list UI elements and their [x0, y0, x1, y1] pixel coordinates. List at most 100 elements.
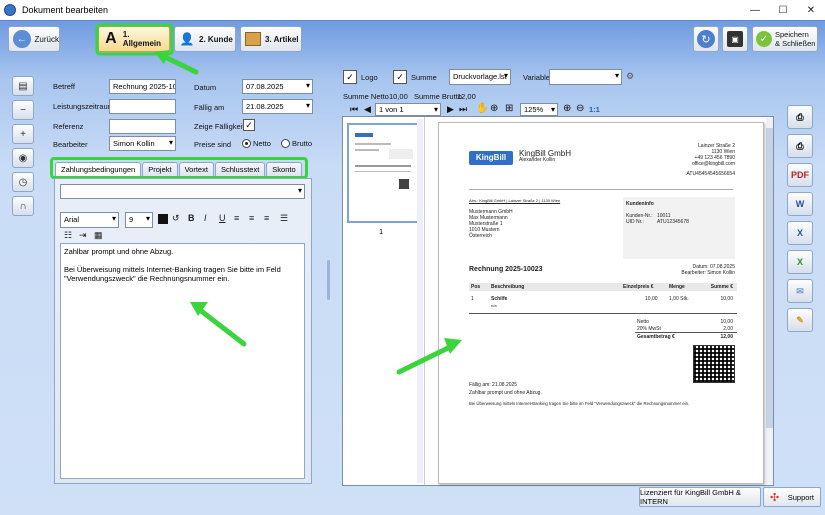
table-icon[interactable]: ▦ [94, 230, 103, 241]
italic-icon[interactable]: I [204, 213, 207, 223]
email-icon[interactable]: ✉ [787, 279, 813, 303]
font-select[interactable]: Arial [60, 212, 119, 228]
leistungszeitraum-field[interactable] [109, 99, 176, 114]
thumbnail-scrollbar[interactable] [417, 119, 423, 483]
summe-label: Summe [411, 73, 437, 82]
preview-scrollbar[interactable] [766, 118, 773, 484]
zoom-area-icon[interactable]: ⊞ [505, 103, 513, 114]
pencil-icon[interactable]: ✎ [787, 308, 813, 332]
netto-sum-value: 10,00 [720, 319, 733, 325]
brutto-label: Brutto [292, 139, 313, 148]
referenz-field[interactable] [109, 119, 176, 134]
printer-icon[interactable]: ⎙ [787, 105, 813, 129]
arrow-left-icon: ← [13, 30, 31, 48]
refresh-icon: ↻ [697, 30, 715, 48]
text-color-icon[interactable] [158, 214, 168, 224]
word-icon[interactable]: W [787, 192, 813, 216]
save-close-button[interactable]: ✓ Speichern & Schließen [752, 26, 818, 52]
last-page-icon[interactable]: ⏭ [459, 104, 467, 115]
minus-icon[interactable]: − [12, 100, 34, 120]
logo-checkbox[interactable]: ✓ [343, 70, 357, 84]
zoom-actual-size[interactable]: 1:1 [589, 105, 600, 114]
window-title: Dokument bearbeiten [22, 5, 109, 15]
editor-line-3: "Verwendungszweck" die Rechnungsnummer e… [64, 274, 230, 283]
printer-settings-icon[interactable]: ⎙ [787, 134, 813, 158]
hand-icon[interactable]: ✋ [476, 103, 488, 114]
minimize-icon[interactable]: — [741, 0, 769, 20]
export-x-icon[interactable]: X [787, 221, 813, 245]
kundeninfo-label: Kundeninfo [626, 201, 654, 207]
gear-icon[interactable]: ⚙ [626, 71, 634, 82]
recipient-5: Österreich [469, 233, 493, 239]
tab-skonto[interactable]: Skonto [266, 162, 302, 176]
headset-icon[interactable]: ∩ [12, 196, 34, 216]
splitter-handle[interactable] [327, 260, 330, 300]
tab-artikel[interactable]: 3. Artikel [240, 26, 302, 52]
zoom-in-icon[interactable]: ⊕ [490, 103, 498, 114]
tab-kunde-label: 2. Kunde [199, 34, 233, 44]
prev-page-icon[interactable]: ◀ [364, 104, 371, 115]
align-right-icon[interactable]: ≡ [264, 213, 269, 223]
plus-icon[interactable]: + [12, 124, 34, 144]
brutto-radio[interactable] [281, 139, 290, 148]
total-value: 12,00 [720, 334, 733, 340]
bullet-list-icon[interactable]: ☰ [280, 213, 288, 224]
bold-icon[interactable]: B [188, 213, 195, 223]
tab-zahlungsbedingungen[interactable]: Zahlungsbedingungen [55, 162, 142, 176]
summe-brutto-label: Summe Brutto [414, 92, 462, 101]
first-page-icon[interactable]: ⏮ [350, 104, 358, 115]
variable-select[interactable] [549, 69, 622, 85]
pdf-icon[interactable]: PDF [787, 163, 813, 187]
faellig-field[interactable]: 21.08.2025 [242, 99, 313, 114]
tab-schlusstext[interactable]: Schlusstext [214, 162, 266, 176]
save-close-label-1: Speichern [775, 30, 809, 39]
document-icon[interactable]: ▤ [12, 76, 34, 96]
letter-a-icon: A [105, 30, 117, 47]
payment-terms-editor[interactable]: Zahlbar prompt und ohne Abzug. Bei Überw… [60, 243, 305, 479]
camera-icon[interactable]: ◉ [12, 148, 34, 168]
zoom-minus-icon[interactable]: ⊖ [576, 103, 584, 114]
tab-kunde[interactable]: 👤 2. Kunde [174, 26, 236, 52]
clock-icon[interactable]: ◷ [12, 172, 34, 192]
tab-allgemein[interactable]: A 1. Allgemein [98, 26, 170, 52]
close-icon[interactable]: ✕ [797, 0, 825, 20]
zoom-select[interactable]: 125% [520, 103, 558, 116]
maximize-icon[interactable]: ☐ [769, 0, 797, 20]
align-left-icon[interactable]: ≡ [234, 213, 239, 223]
license-info[interactable]: Lizenziert für KingBill GmbH & INTERN [639, 487, 761, 507]
excel-icon[interactable]: X [787, 250, 813, 274]
support-button[interactable]: ✣ Support [763, 487, 821, 507]
thumbnail-panel: 1 [343, 117, 425, 485]
save-button[interactable]: ▣ [722, 26, 748, 52]
netto-radio[interactable] [242, 139, 251, 148]
summe-checkbox[interactable]: ✓ [393, 70, 407, 84]
text-template-select[interactable] [60, 184, 305, 199]
refresh-button[interactable]: ↻ [693, 26, 719, 52]
invoice-page: KingBill KingBill GmbH Alexander Kollin … [438, 122, 764, 484]
zoom-plus-icon[interactable]: ⊕ [563, 103, 571, 114]
template-select[interactable]: Druckvorlage.lst [449, 69, 511, 85]
zeige-faelligkeit-checkbox[interactable]: ✓ [243, 119, 255, 131]
undo-icon[interactable]: ↺ [172, 213, 180, 224]
indent-icon[interactable]: ⇥ [79, 230, 87, 241]
page-thumbnail[interactable] [347, 123, 419, 223]
next-page-icon[interactable]: ▶ [447, 104, 454, 115]
checkmark-icon: ✓ [756, 31, 772, 47]
tab-vortext[interactable]: Vortext [178, 162, 214, 176]
back-button[interactable]: ← Zurück [8, 26, 60, 52]
editor-line-1: Zahlbar prompt und ohne Abzug. [64, 247, 174, 256]
datum-field[interactable]: 07.08.2025 [242, 79, 313, 94]
bearbeiter-select[interactable]: Simon Kollin [109, 136, 176, 151]
tab-artikel-label: 3. Artikel [265, 34, 299, 44]
tab-projekt[interactable]: Projekt [142, 162, 178, 176]
page-select[interactable]: 1 von 1 [375, 103, 441, 116]
underline-icon[interactable]: U [219, 213, 226, 223]
support-icon: ✣ [770, 492, 780, 504]
numbered-list-icon[interactable]: ☷ [64, 230, 72, 241]
font-size-select[interactable]: 9 [125, 212, 153, 228]
uid-label: UID Nr.: [626, 219, 644, 225]
datum-label: Datum [194, 83, 217, 92]
align-center-icon[interactable]: ≡ [249, 213, 254, 223]
row-unit: 10,00 [645, 296, 658, 302]
betreff-field[interactable]: Rechnung 2025-1002 [109, 79, 176, 94]
